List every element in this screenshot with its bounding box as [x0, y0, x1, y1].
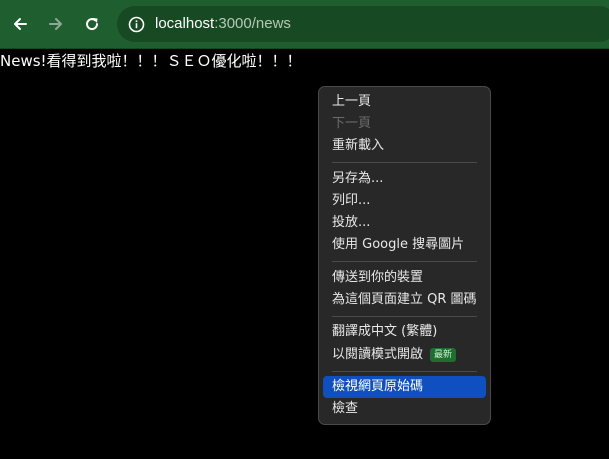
menu-separator [332, 316, 477, 317]
address-bar[interactable]: localhost:3000/news [117, 6, 609, 42]
menu-item-print[interactable]: 列印... [323, 190, 486, 212]
url-host: localhost [155, 15, 215, 32]
menu-item-google-image-search[interactable]: 使用 Google 搜尋圖片 [323, 234, 486, 256]
menu-item-send-to-devices[interactable]: 傳送到你的裝置 [323, 267, 486, 289]
new-badge: 最新 [430, 348, 457, 362]
url-path: :3000/news [214, 15, 291, 32]
menu-item-label: 以閱讀模式開啟 [332, 347, 424, 362]
menu-item-create-qr-code[interactable]: 為這個頁面建立 QR 圖碼 [323, 289, 486, 311]
arrow-right-icon [49, 18, 62, 30]
menu-item-cast[interactable]: 投放... [323, 212, 486, 234]
page-heading: News!看得到我啦！！！ＳＥＯ優化啦！！！ [0, 52, 302, 70]
site-info-button[interactable] [127, 15, 145, 33]
menu-item-forward: 下一頁 [332, 116, 372, 131]
reload-button[interactable] [80, 12, 104, 36]
menu-item-inspect[interactable]: 檢查 [323, 398, 486, 420]
menu-item-back[interactable]: 上一頁 [323, 91, 486, 113]
menu-item-reading-mode[interactable]: 以閱讀模式開啟 最新 [323, 344, 486, 366]
url-text: localhost:3000/news [155, 14, 291, 34]
context-menu: 上一頁 下一頁 重新載入 另存為... 列印... 投放... 使用 Googl… [318, 86, 491, 425]
arrow-left-icon [14, 18, 27, 30]
menu-item-reload[interactable]: 重新載入 [323, 135, 486, 157]
reload-icon [86, 18, 99, 31]
back-button[interactable] [8, 12, 32, 36]
menu-separator [332, 162, 477, 163]
menu-item-save-as[interactable]: 另存為... [323, 168, 486, 190]
forward-button[interactable] [44, 12, 68, 36]
menu-item-translate[interactable]: 翻譯成中文 (繁體) [323, 321, 486, 343]
browser-toolbar: localhost:3000/news [0, 0, 609, 49]
menu-separator [332, 261, 477, 262]
menu-item-view-source[interactable]: 檢視網頁原始碼 [323, 376, 486, 398]
info-circle-icon [128, 16, 144, 32]
menu-separator [332, 371, 477, 372]
